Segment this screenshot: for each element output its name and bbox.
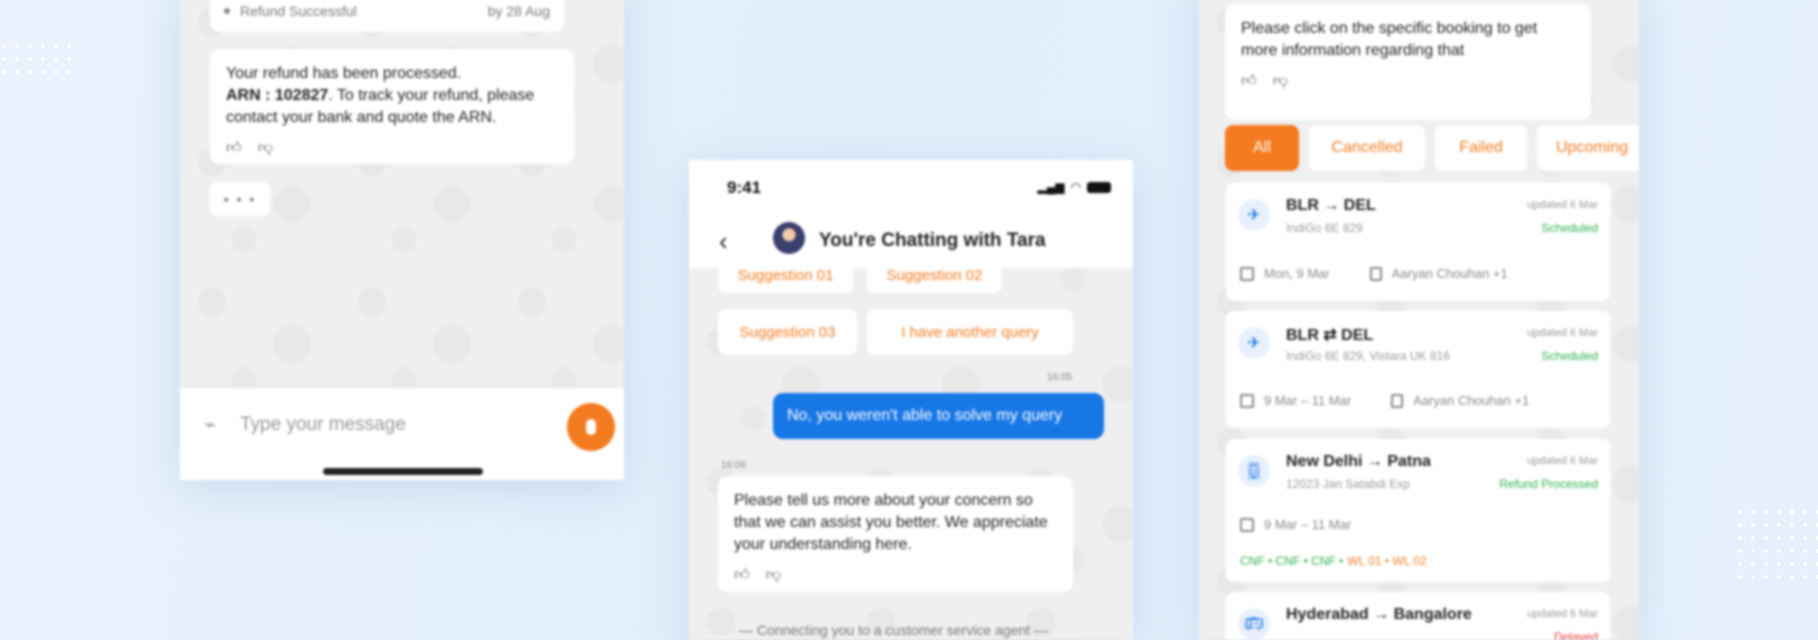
- flight-icon: ✈: [1238, 199, 1270, 231]
- booking-subtitle: IndiGo 6E 829: [1286, 221, 1363, 235]
- thumbs-up-icon[interactable]: 👍︎: [1241, 70, 1257, 92]
- wifi-icon: ◠: [1070, 180, 1081, 194]
- booking-status: Scheduled: [1541, 349, 1598, 363]
- received-timestamp: 16:06: [721, 460, 747, 471]
- thumbs-up-icon[interactable]: 👍︎: [734, 564, 750, 586]
- pnr-confirmed: CNF • CNF • CNF •: [1240, 554, 1344, 568]
- thumbs-down-icon[interactable]: 👎︎: [766, 564, 781, 586]
- pnr-status: CNF • CNF • CNF • WL 01 • WL 02: [1240, 554, 1427, 568]
- mic-icon: [586, 419, 596, 435]
- chat-title: You're Chatting with Tara: [819, 230, 1046, 251]
- booking-info-text: Please click on the specific booking to …: [1241, 20, 1538, 59]
- arn-label: ARN : 102827: [226, 87, 329, 104]
- booking-date: 9 Mar – 11 Mar: [1264, 517, 1352, 532]
- calendar-icon: [1240, 517, 1254, 532]
- thumbs-down-icon[interactable]: 👎︎: [258, 137, 273, 159]
- booking-updated: updated 6 Mar: [1527, 327, 1598, 339]
- booking-passenger: Aaryan Chouhan +1: [1413, 393, 1530, 408]
- mic-button[interactable]: [567, 403, 615, 451]
- decorative-dots: [2, 44, 71, 74]
- booking-card[interactable]: 🚆︎ New Delhi → Patna 12023 Jan Satabdi E…: [1226, 439, 1610, 582]
- another-query-chip[interactable]: I have another query: [867, 309, 1073, 355]
- booking-passenger: Aaryan Chouhan +1: [1391, 266, 1508, 281]
- home-indicator: [323, 468, 483, 475]
- chat-header: 9:41 ▂▄▆ ◠ ‹ You're Chatting with Tara: [689, 160, 1133, 268]
- typing-indicator: • • •: [210, 182, 270, 216]
- booking-status: Scheduled: [1541, 221, 1598, 235]
- middle-phone-screen: 9:41 ▂▄▆ ◠ ‹ You're Chatting with Tara S…: [689, 160, 1133, 640]
- attach-icon[interactable]: ⌁: [204, 412, 216, 437]
- booking-date: Mon, 9 Mar: [1264, 266, 1330, 281]
- train-icon: 🚆︎: [1238, 455, 1270, 487]
- filter-tab-cancelled[interactable]: Cancelled: [1309, 125, 1425, 171]
- message-input-bar: ⌁ Type your message: [180, 387, 624, 480]
- refund-message-line1: Your refund has been processed.: [226, 65, 462, 82]
- refund-status-date: by 28 Aug: [487, 3, 550, 19]
- signal-icon: ▂▄▆: [1037, 180, 1065, 194]
- right-phone-screen: Please click on the specific booking to …: [1199, 0, 1639, 640]
- sent-timestamp: 16:05: [1047, 372, 1073, 383]
- status-bar-time: 9:41: [727, 178, 762, 197]
- left-phone-screen: Refund Successful by 28 Aug Your refund …: [180, 0, 624, 480]
- filter-tab-upcoming[interactable]: Upcoming: [1537, 125, 1639, 171]
- filter-tab-all[interactable]: All: [1225, 125, 1299, 171]
- suggestion-chip[interactable]: Suggestion 01: [718, 257, 853, 293]
- booking-route: BLR ⇄ DEL: [1286, 327, 1374, 344]
- booking-route: New Delhi → Patna: [1286, 453, 1431, 470]
- calendar-icon: [1240, 393, 1254, 408]
- booking-card[interactable]: ✈ BLR → DEL IndiGo 6E 829 updated 6 Mar …: [1226, 183, 1610, 301]
- booking-updated: updated 6 Mar: [1527, 608, 1598, 620]
- refund-message-bubble: Your refund has been processed. ARN : 10…: [210, 49, 574, 164]
- system-note: — Connecting you to a customer service a…: [739, 622, 1048, 638]
- status-dot-icon: [224, 8, 230, 14]
- booking-subtitle: IndiGo 6E 829, Vistara UK 816: [1286, 349, 1450, 363]
- booking-status: Delayed: [1553, 630, 1598, 640]
- booking-updated: updated 6 Mar: [1527, 199, 1598, 211]
- sent-message-bubble: No, you weren't able to solve my query: [773, 393, 1104, 439]
- decorative-dots: [1738, 510, 1818, 579]
- agent-avatar: [773, 222, 805, 254]
- back-chevron-icon[interactable]: ‹: [719, 226, 728, 257]
- thumbs-up-icon[interactable]: 👍︎: [226, 137, 242, 159]
- battery-icon: [1087, 181, 1111, 193]
- booking-route: BLR → DEL: [1286, 197, 1376, 214]
- received-message-bubble: Please tell us more about your concern s…: [718, 476, 1073, 592]
- suggestion-chip[interactable]: Suggestion 02: [867, 257, 1002, 293]
- passenger-icon: [1391, 393, 1404, 408]
- refund-status-pill: Refund Successful by 28 Aug: [210, 0, 564, 32]
- flight-icon: ✈: [1238, 327, 1270, 359]
- filter-tab-failed[interactable]: Failed: [1435, 125, 1527, 171]
- received-message-text: Please tell us more about your concern s…: [734, 492, 1048, 553]
- suggestion-chip[interactable]: Suggestion 03: [718, 309, 857, 355]
- refund-status-text: Refund Successful: [240, 3, 357, 19]
- passenger-icon: [1369, 266, 1382, 281]
- message-input[interactable]: Type your message: [240, 414, 406, 436]
- booking-subtitle: 12023 Jan Satabdi Exp: [1286, 477, 1411, 491]
- booking-card[interactable]: 🚌︎ Hyderabad → Bangalore updated 6 Mar D…: [1226, 592, 1610, 640]
- booking-date: 9 Mar – 11 Mar: [1264, 393, 1352, 408]
- calendar-icon: [1240, 266, 1254, 281]
- booking-info-bubble: Please click on the specific booking to …: [1225, 4, 1591, 120]
- booking-status: Refund Processed: [1499, 477, 1598, 491]
- booking-route: Hyderabad → Bangalore: [1286, 606, 1472, 623]
- booking-card[interactable]: ✈ BLR ⇄ DEL IndiGo 6E 829, Vistara UK 81…: [1226, 311, 1610, 428]
- bus-icon: 🚌︎: [1238, 608, 1270, 640]
- booking-updated: updated 6 Mar: [1527, 455, 1598, 467]
- pnr-waitlisted: WL 01 • WL 02: [1347, 554, 1427, 568]
- thumbs-down-icon[interactable]: 👎︎: [1273, 70, 1288, 92]
